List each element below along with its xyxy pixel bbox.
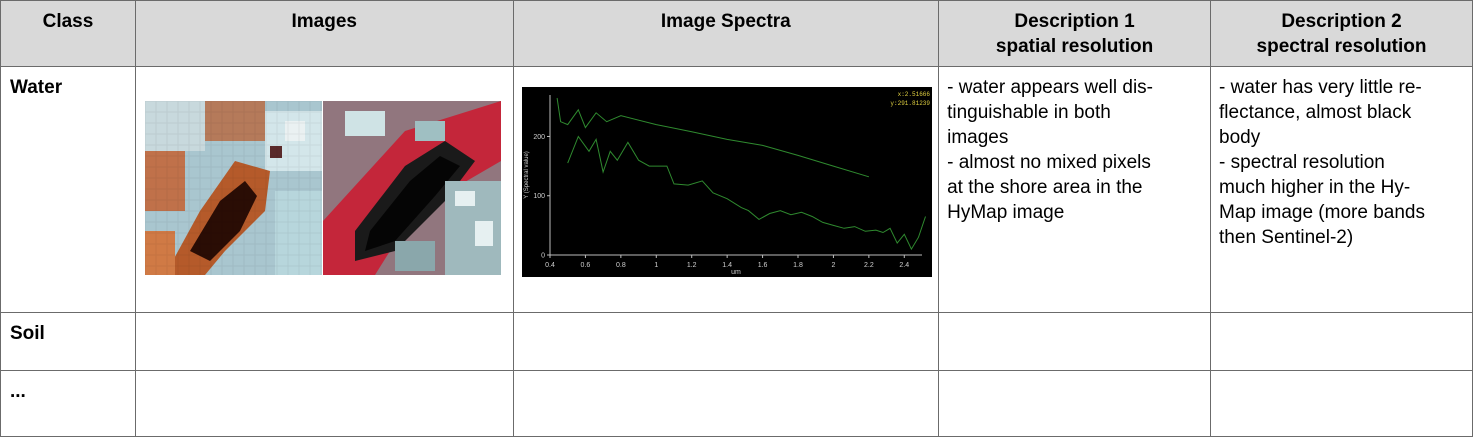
comparison-table: Class Images Image Spectra Description 1… (0, 0, 1473, 437)
description-line: images (947, 127, 1009, 148)
header-images-label: Images (291, 11, 357, 32)
spectrum-chart: 0.4 0.6 0.8 1 1.2 1.4 1.6 1.8 2 2.2 2.4 0 100 200 um Y … (524, 91, 930, 276)
y-axis-label: Y (Spectral value) (524, 151, 530, 199)
description-line: body (1219, 127, 1261, 148)
description-line: much higher in the Hy- (1219, 177, 1411, 198)
hymap-image (322, 101, 501, 275)
table-row: ... (0, 370, 1473, 437)
header-desc1-subtitle: spatial resolution (995, 36, 1154, 57)
x-tick-label: 2.4 (899, 262, 909, 269)
empty-cell (938, 370, 1212, 437)
description-line: then Sentinel-2) (1219, 227, 1354, 248)
spectra-cell: 0.4 0.6 0.8 1 1.2 1.4 1.6 1.8 2 2.2 2.4 0 100 200 um Y … (512, 66, 940, 313)
table-row: Soil (0, 312, 1473, 371)
desc1-cell-water: - water appears well dis-tinguishable in… (938, 66, 1212, 313)
description-line: - spectral resolution (1219, 152, 1385, 173)
x-tick-label: 1.6 (757, 262, 767, 269)
header-desc1-title: Description 1 (1014, 11, 1135, 32)
satellite-image-comparison (144, 101, 501, 275)
empty-cell (512, 370, 940, 437)
empty-cell (1210, 312, 1473, 371)
x-tick-label: 2 (831, 262, 835, 269)
spectrum-plot: 0.4 0.6 0.8 1 1.2 1.4 1.6 1.8 2 2.2 2.4 0 100 200 um Y … (521, 87, 932, 277)
header-desc2-subtitle: spectral resolution (1256, 36, 1427, 57)
x-tick-label: 1.8 (793, 262, 803, 269)
header-row: Class Images Image Spectra Description 1… (0, 0, 1473, 67)
x-tick-label: 2.2 (864, 262, 874, 269)
x-tick-label: 1 (654, 262, 658, 269)
description-line: at the shore area in the (947, 177, 1143, 198)
x-axis-label: um (731, 269, 741, 276)
description-line: flectance, almost black (1219, 102, 1412, 123)
x-tick-label: 0.6 (580, 262, 590, 269)
y-tick-label: 0 (541, 253, 545, 260)
x-tick-label: 0.4 (545, 262, 555, 269)
table-row: Water 0.4 0.6 0.8 1 1.2 1.4 1.6 1.8 2 2.… (0, 66, 1473, 313)
cursor-readout: y:291.81239 (890, 100, 930, 107)
description-line: HyMap image (947, 202, 1065, 223)
x-tick-label: 1.4 (722, 262, 732, 269)
header-desc2-title: Description 2 (1281, 11, 1402, 32)
class-cell-more: ... (0, 370, 136, 437)
spectrum-line-2 (566, 135, 926, 251)
empty-cell (512, 312, 940, 371)
header-spectra-label: Image Spectra (660, 11, 791, 32)
x-tick-label: 0.8 (616, 262, 626, 269)
sentinel2-image (144, 101, 322, 275)
empty-cell (1210, 370, 1473, 437)
header-class-label: Class (42, 11, 94, 32)
header-desc1: Description 1 spatial resolution (938, 0, 1212, 67)
description-line: Map image (more bands (1219, 202, 1425, 223)
y-tick-label: 100 (533, 193, 545, 200)
empty-cell (134, 312, 514, 371)
class-cell-water: Water (0, 66, 136, 313)
empty-cell (134, 370, 514, 437)
header-images: Images (134, 0, 514, 67)
x-tick-label: 1.2 (686, 262, 696, 269)
class-cell-soil: Soil (0, 312, 136, 371)
empty-cell (938, 312, 1212, 371)
cursor-readout: x:2.51666 (897, 91, 930, 98)
y-tick-label: 200 (533, 134, 545, 141)
header-class: Class (0, 0, 136, 67)
desc2-cell-water: - water has very little re-flectance, al… (1210, 66, 1473, 313)
description-line: - almost no mixed pixels (947, 152, 1151, 173)
description-line: tinguishable in both (947, 102, 1111, 123)
header-spectra: Image Spectra (512, 0, 940, 67)
description-line: - water appears well dis- (947, 77, 1154, 98)
header-desc2: Description 2 spectral resolution (1210, 0, 1473, 67)
images-cell (134, 66, 514, 313)
description-line: - water has very little re- (1219, 77, 1422, 98)
spectrum-line-1 (556, 97, 869, 178)
